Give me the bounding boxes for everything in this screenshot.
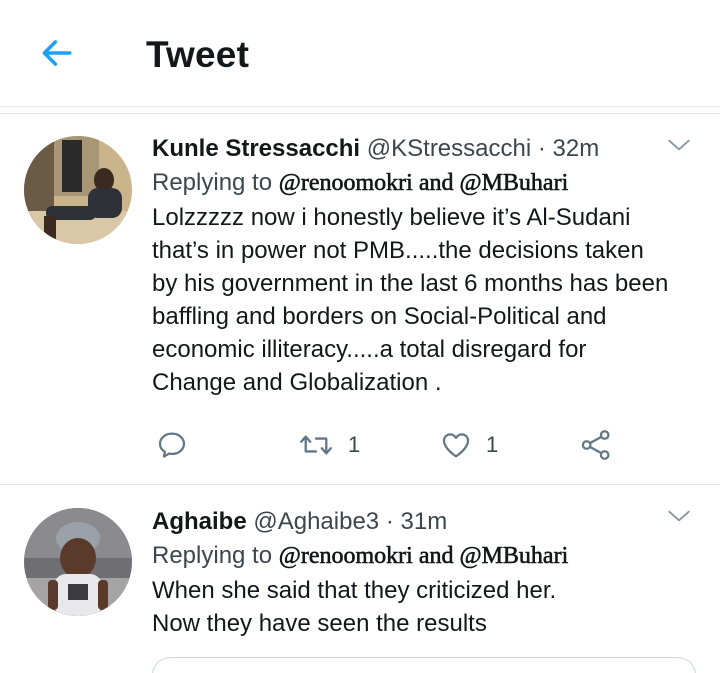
share-button[interactable]: [580, 428, 612, 462]
retweet-count: 1: [348, 432, 361, 457]
tweet-text-line: economic illiteracy.....a total disregar…: [152, 336, 587, 363]
tweet-text: Lolzzzzz now i honestly believe it’s Al-…: [152, 201, 696, 399]
heart-icon: [442, 433, 470, 458]
top-bar: Tweet: [0, 0, 720, 106]
tweet-item[interactable]: Kunle Stressacchi @KStressacchi · 32m Re…: [0, 114, 720, 484]
divider: [0, 106, 720, 107]
tweet-text-line: Lolzzzzz now i honestly believe it’s Al-…: [152, 204, 631, 231]
tweet-text-line: Change and Globalization .: [152, 369, 442, 396]
tweet-actions: 1 1: [156, 428, 626, 462]
replying-to: Replying to @renoomokri and @MBuhari: [152, 540, 696, 572]
tweet-text-line: When she said that they criticized her.: [152, 577, 557, 604]
tweet-meta: Aghaibe @Aghaibe3 · 31m: [152, 507, 696, 537]
chevron-down-icon[interactable]: [666, 503, 692, 529]
share-icon: [581, 430, 610, 460]
tweet-time: 32m: [552, 135, 600, 162]
author-handle[interactable]: @Aghaibe3: [253, 508, 379, 535]
avatar[interactable]: [24, 136, 132, 244]
tweet-text-line: baffling and borders on Social-Political…: [152, 303, 607, 330]
replying-to-users[interactable]: @renoomokri and @MBuhari: [278, 543, 568, 570]
replying-to-users[interactable]: @renoomokri and @MBuhari: [278, 170, 568, 197]
tweet-text-line: by his government in the last 6 months h…: [152, 270, 669, 297]
arrow-left-icon: [42, 40, 72, 66]
author-name[interactable]: Kunle Stressacchi: [152, 135, 360, 162]
separator-dot: ·: [385, 508, 394, 535]
tweet-item[interactable]: Aghaibe @Aghaibe3 · 31m Replying to @ren…: [0, 485, 720, 673]
like-button[interactable]: 1: [440, 428, 498, 462]
media-card[interactable]: [152, 657, 696, 673]
tweet-text-line: Now they have seen the results: [152, 610, 487, 637]
replying-to: Replying to @renoomokri and @MBuhari: [152, 167, 696, 199]
chevron-down-icon[interactable]: [666, 132, 692, 158]
author-handle[interactable]: @KStressacchi: [367, 135, 531, 162]
retweet-button[interactable]: 1: [298, 428, 360, 462]
replying-to-label: Replying to: [152, 169, 273, 196]
reply-button[interactable]: [156, 428, 188, 462]
replying-to-label: Replying to: [152, 542, 273, 569]
back-button[interactable]: [36, 32, 78, 74]
tweet-meta: Kunle Stressacchi @KStressacchi · 32m: [152, 134, 696, 164]
reply-icon: [158, 432, 186, 458]
tweet-text: When she said that they criticized her. …: [152, 574, 696, 640]
like-count: 1: [486, 432, 499, 457]
author-name[interactable]: Aghaibe: [152, 508, 247, 535]
separator-dot: ·: [537, 135, 546, 162]
tweet-text-line: that’s in power not PMB.....the decision…: [152, 237, 644, 264]
tweet-time: 31m: [400, 508, 448, 535]
page-title: Tweet: [146, 34, 250, 75]
retweet-icon: [300, 435, 332, 455]
avatar[interactable]: [24, 508, 132, 616]
